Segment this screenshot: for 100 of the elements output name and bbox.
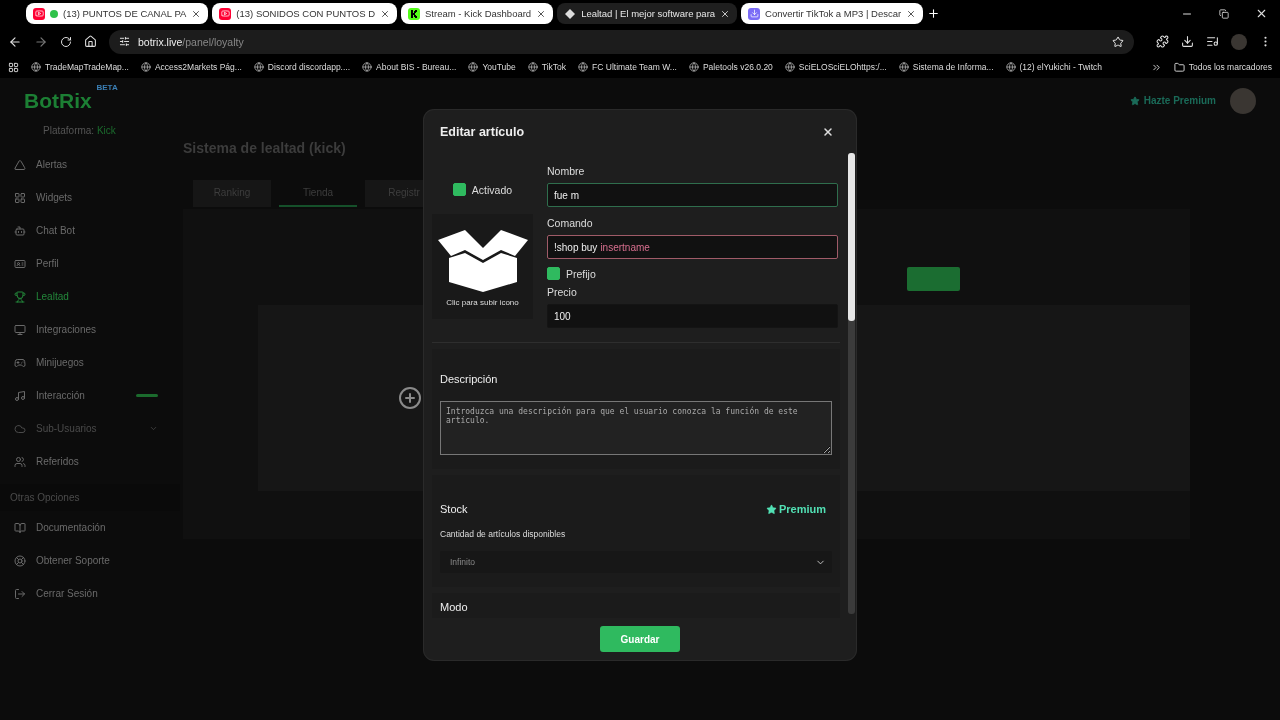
home-icon[interactable] — [84, 35, 97, 48]
restore-icon[interactable] — [1219, 8, 1229, 19]
bookmark-star-icon[interactable] — [1112, 35, 1124, 48]
close-icon[interactable] — [536, 8, 547, 19]
globe-icon — [253, 62, 264, 72]
forward-icon[interactable] — [34, 34, 48, 49]
bookmark[interactable]: About BIS - Bureau... — [362, 62, 457, 72]
cloud-icon — [14, 422, 26, 435]
browser-tab[interactable]: Lealtad | El mejor software para — [557, 3, 738, 24]
globe-icon — [362, 62, 373, 72]
grid-icon — [14, 191, 26, 204]
browser-tab[interactable]: (13) SONIDOS CON PUNTOS D — [212, 3, 397, 24]
globe-icon — [1005, 62, 1016, 72]
folder-icon — [1173, 61, 1185, 73]
close-icon[interactable] — [1255, 7, 1268, 20]
bookmark[interactable]: TikTok — [527, 62, 567, 72]
close-icon[interactable] — [191, 8, 202, 19]
nav-item[interactable]: Widgets — [0, 181, 180, 214]
bookmark[interactable]: Discord discordapp.... — [253, 62, 351, 72]
k-logo-icon — [408, 7, 420, 20]
bookmark[interactable]: SciELOSciELOhttps:/... — [784, 62, 887, 72]
globe-icon — [468, 62, 479, 72]
description-field[interactable]: Introduzca una descripción para que el usuario conozca la función de este artículo. — [440, 401, 832, 455]
name-field[interactable]: fue m — [547, 183, 838, 207]
field-label: Precio — [547, 286, 578, 298]
globe-icon — [688, 62, 699, 72]
bookmark[interactable]: FC Ultimate Team W... — [578, 62, 677, 72]
diamond-icon — [564, 7, 577, 20]
nav-item[interactable]: Alertas — [0, 148, 180, 181]
extensions-icon[interactable] — [1156, 35, 1169, 48]
bookmark[interactable]: Paletools v26.0.20 — [688, 62, 773, 72]
status-dot-icon — [50, 9, 58, 18]
globe-icon — [31, 62, 41, 72]
bookmark-folder[interactable]: Todos los marcadores — [1173, 61, 1272, 73]
globe-icon — [578, 62, 589, 72]
back-icon[interactable] — [8, 34, 22, 49]
section-heading: Stock — [440, 503, 468, 515]
new-tab-icon[interactable] — [927, 7, 941, 20]
globe-icon — [898, 62, 909, 72]
download-icon[interactable] — [1181, 35, 1194, 48]
id-card-icon — [14, 257, 26, 270]
bookmark[interactable]: YouTube — [468, 62, 516, 72]
bookmark[interactable]: Sistema de Informa... — [898, 62, 994, 72]
music-icon — [14, 389, 26, 402]
close-icon[interactable] — [380, 8, 390, 19]
nav-item[interactable]: Documentación — [0, 511, 180, 544]
nav-item[interactable]: Interacción — [0, 379, 180, 412]
nav-item[interactable]: Lealtad — [0, 280, 180, 313]
icon-upload[interactable]: Clic para subir icono — [432, 214, 533, 319]
nav-item[interactable]: Chat Bot — [0, 214, 180, 247]
trophy-icon — [14, 290, 26, 303]
field-label: Cantidad de artículos disponibles — [440, 529, 567, 539]
enabled-checkbox[interactable]: Activado — [452, 183, 513, 196]
nav-item[interactable]: Perfil — [0, 247, 180, 280]
stock-select[interactable]: Infinito — [440, 551, 832, 573]
triangle-icon — [14, 158, 26, 171]
premium-badge: Premium — [765, 503, 826, 515]
platform-label: Plataforma: Kick — [42, 125, 117, 136]
nav-item[interactable]: Cerrar Sesión — [0, 577, 180, 610]
dialog-title: Editar artículo — [440, 124, 525, 139]
add-icon[interactable] — [398, 386, 422, 410]
close-icon[interactable] — [906, 8, 917, 19]
nav-item[interactable]: Minijuegos — [0, 346, 180, 379]
nav-item[interactable]: Integraciones — [0, 313, 180, 346]
beta-label: BETA — [96, 82, 118, 92]
logout-icon — [14, 587, 26, 600]
bookmark[interactable]: Access2Markets Pág... — [140, 62, 242, 72]
video-icon — [33, 7, 45, 20]
star-icon — [1129, 95, 1140, 106]
download-icon — [748, 7, 761, 20]
browser-tab[interactable]: (13) PUNTOS DE CANAL PA — [26, 3, 209, 24]
users-icon — [14, 455, 26, 468]
bookmark[interactable]: TradeMapTradeMap... — [31, 62, 129, 72]
nav-item[interactable]: Referidos — [0, 445, 180, 478]
book-icon — [14, 521, 26, 534]
field-label: Nombre — [547, 165, 586, 177]
close-button[interactable] — [822, 125, 834, 138]
nav-item[interactable]: Obtener Soporte — [0, 544, 180, 577]
lifebuoy-icon — [14, 554, 26, 567]
bookmark[interactable]: (12) elYukichi - Twitch — [1005, 62, 1103, 72]
field-label: Comando — [547, 217, 594, 229]
gamepad-icon — [14, 356, 26, 369]
new-badge — [136, 394, 158, 397]
price-field[interactable]: 100 — [547, 304, 838, 328]
robot-icon — [14, 224, 26, 237]
address-bar[interactable]: botrix.live/panel/loyalty — [109, 29, 1134, 54]
globe-icon — [140, 62, 151, 72]
monitor-icon — [14, 323, 26, 336]
reload-icon[interactable] — [60, 35, 72, 48]
scrollbar[interactable] — [848, 153, 855, 614]
prefix-checkbox[interactable]: Prefijo — [547, 267, 838, 280]
media-icon[interactable] — [1206, 35, 1219, 48]
apps-icon[interactable] — [8, 61, 19, 73]
section-heading: Descripción — [440, 373, 498, 385]
globe-icon — [784, 62, 795, 72]
site-settings-icon[interactable] — [119, 36, 130, 47]
close-icon[interactable] — [720, 8, 731, 19]
command-field[interactable]: !shop buy insertname — [547, 235, 838, 259]
browser-tab[interactable]: Convertir TikTok a MP3 | Descar — [741, 3, 924, 24]
browser-tab[interactable]: Stream - Kick Dashboard — [401, 3, 554, 24]
